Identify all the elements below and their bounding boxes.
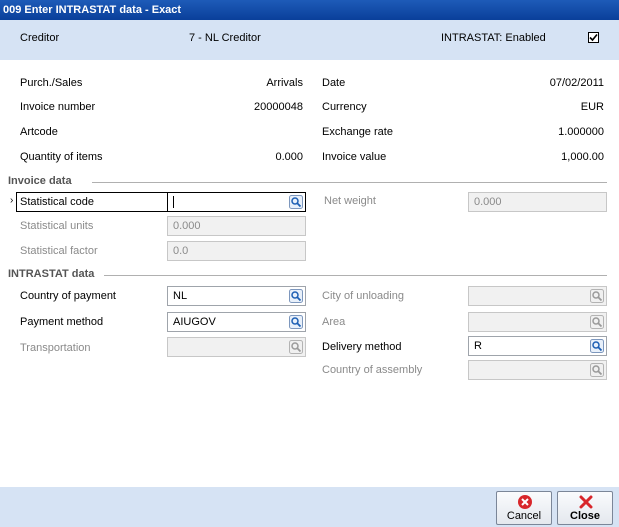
artcode-label: Artcode: [20, 126, 58, 138]
statistical-units-label: Statistical units: [20, 220, 94, 232]
city-of-unloading-label: City of unloading: [322, 290, 404, 302]
currency-label: Currency: [322, 101, 367, 113]
area-label: Area: [322, 316, 346, 328]
currency-value: EUR: [580, 101, 604, 113]
checkmark-icon: [589, 33, 598, 42]
statistical-factor-label: Statistical factor: [20, 245, 98, 257]
delivery-method-input[interactable]: R: [468, 336, 607, 356]
intrastat-data-heading: INTRASTAT data: [8, 268, 95, 280]
quantity-value: 0.000: [275, 151, 303, 163]
invoice-data-heading: Invoice data: [8, 175, 72, 187]
exchange-rate-value: 1.000000: [558, 126, 604, 138]
net-weight-label: Net weight: [324, 195, 376, 207]
lookup-icon: [289, 340, 303, 354]
statistical-code-label: Statistical code: [20, 196, 94, 208]
cancel-label: Cancel: [506, 510, 542, 522]
lookup-icon: [590, 289, 604, 303]
country-of-payment-input[interactable]: NL: [167, 286, 306, 306]
lookup-icon: [590, 363, 604, 377]
payment-method-input[interactable]: AIUGOV: [167, 312, 306, 332]
country-of-assembly-label: Country of assembly: [322, 364, 423, 376]
lookup-icon[interactable]: [289, 315, 303, 329]
lookup-icon: [590, 315, 604, 329]
quantity-label: Quantity of items: [20, 151, 103, 163]
creditor-label: Creditor: [20, 32, 60, 44]
delivery-method-label: Delivery method: [322, 341, 402, 353]
close-button[interactable]: Close: [557, 491, 613, 525]
statistical-factor-input[interactable]: 0.0: [167, 241, 306, 261]
purch-sales-value: Arrivals: [266, 77, 303, 89]
invoice-number-value: 20000048: [254, 101, 303, 113]
transportation-label: Transportation: [20, 342, 91, 354]
area-input[interactable]: [468, 312, 607, 332]
lookup-icon[interactable]: [590, 339, 604, 353]
net-weight-input[interactable]: 0.000: [468, 192, 607, 212]
transportation-input[interactable]: [167, 337, 306, 357]
exchange-rate-label: Exchange rate: [322, 126, 393, 138]
date-value: 07/02/2011: [549, 77, 604, 89]
window-title: 009 Enter INTRASTAT data - Exact: [0, 0, 619, 20]
invoice-value-label: Invoice value: [322, 151, 387, 163]
invoice-number-label: Invoice number: [20, 101, 96, 113]
statistical-units-input[interactable]: 0.000: [167, 216, 306, 236]
close-label: Close: [570, 510, 600, 522]
statistical-code-input[interactable]: [167, 192, 306, 212]
intrastat-status: INTRASTAT: Enabled: [441, 32, 546, 44]
intrastat-data-divider: [104, 275, 607, 276]
intrastat-checkbox[interactable]: [588, 32, 599, 43]
lookup-icon[interactable]: [289, 195, 303, 209]
city-of-unloading-input[interactable]: [468, 286, 607, 306]
invoice-data-divider: [92, 182, 607, 183]
invoice-value-value: 1,000.00: [561, 151, 604, 163]
payment-method-label: Payment method: [20, 316, 104, 328]
date-label: Date: [322, 77, 346, 89]
cancel-icon: [518, 495, 532, 509]
country-of-assembly-input[interactable]: [468, 360, 607, 380]
creditor-value: 7 - NL Creditor: [189, 32, 261, 44]
cancel-button[interactable]: Cancel: [496, 491, 552, 525]
close-icon: [579, 495, 593, 509]
country-of-payment-label: Country of payment: [20, 290, 116, 302]
purch-sales-label: Purch./Sales: [20, 77, 83, 89]
text-cursor: [173, 196, 174, 208]
lookup-icon[interactable]: [289, 289, 303, 303]
current-row-arrow-icon: ›: [10, 195, 14, 206]
